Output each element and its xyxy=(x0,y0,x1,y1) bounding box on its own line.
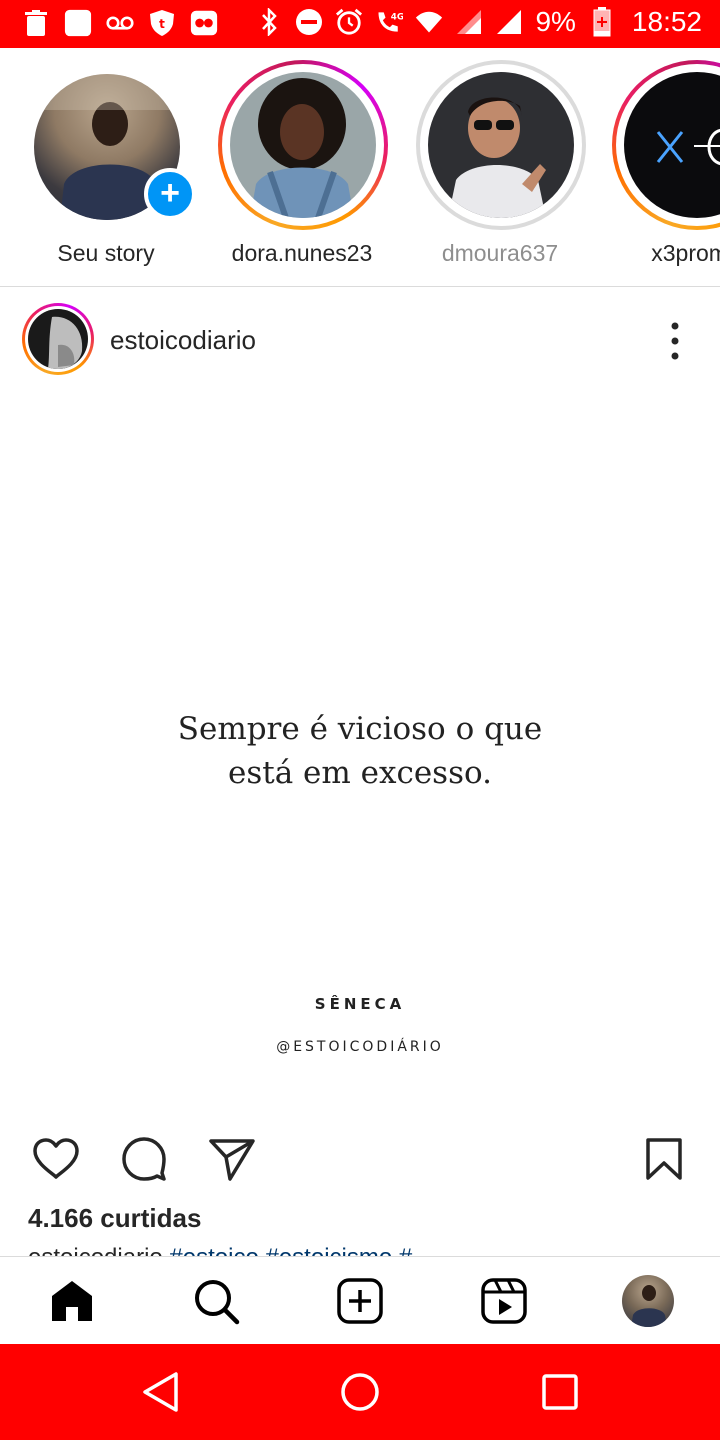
system-nav-bar xyxy=(0,1344,720,1440)
post-avatar[interactable] xyxy=(28,309,88,369)
recents-icon[interactable] xyxy=(536,1368,584,1416)
status-bar: t 4G 9% 18:52 xyxy=(0,0,720,48)
svg-text:t: t xyxy=(159,17,165,31)
quote-line: Sempre é vicioso o que xyxy=(177,711,543,747)
quote-line: está em excesso. xyxy=(228,755,492,791)
post-header: estoicodiario xyxy=(0,287,720,395)
trash-icon xyxy=(22,8,50,38)
bottom-nav xyxy=(0,1256,720,1345)
post-caption[interactable]: estoicodiario #estoico #estoicismo #... xyxy=(28,1244,708,1256)
bluetooth-icon xyxy=(255,7,283,37)
profile-avatar[interactable] xyxy=(622,1275,674,1327)
comment-icon[interactable] xyxy=(118,1133,170,1185)
story-own[interactable]: + Seu story xyxy=(16,48,196,286)
app-square-icon xyxy=(64,8,92,38)
add-story-button[interactable]: + xyxy=(144,168,196,220)
new-post-icon[interactable] xyxy=(332,1273,388,1329)
story-item[interactable]: x3promo xyxy=(602,48,720,286)
post-username[interactable]: estoicodiario xyxy=(110,325,256,356)
likes-count[interactable]: 4.166 curtidas xyxy=(28,1203,201,1234)
reels-icon[interactable] xyxy=(476,1273,532,1329)
story-avatar[interactable] xyxy=(428,72,574,218)
stories-tray[interactable]: + Seu story dora.nunes23 dmoura637 x3pro… xyxy=(0,48,720,287)
story-label: Seu story xyxy=(57,240,155,266)
signal-icon xyxy=(455,7,483,37)
like-icon[interactable] xyxy=(30,1133,82,1185)
do-not-disturb-icon xyxy=(295,7,323,37)
story-label: dmoura637 xyxy=(441,240,559,266)
save-icon[interactable] xyxy=(638,1133,690,1185)
caption-hashtags[interactable]: #estoico #estoicismo #... xyxy=(169,1244,432,1256)
story-item[interactable]: dmoura637 xyxy=(406,48,586,286)
caption-username[interactable]: estoicodiario xyxy=(28,1244,163,1256)
signal-icon xyxy=(495,7,523,37)
home-circle-icon[interactable] xyxy=(336,1368,384,1416)
share-icon[interactable] xyxy=(206,1133,258,1185)
battery-percent: 9% xyxy=(535,6,576,37)
home-icon[interactable] xyxy=(44,1273,100,1329)
quote-author: SÊNECA xyxy=(314,995,406,1013)
story-label: x3promo xyxy=(651,240,720,266)
story-avatar[interactable] xyxy=(230,72,376,218)
svg-text:4G: 4G xyxy=(391,12,403,22)
more-options-icon[interactable] xyxy=(660,317,690,365)
post-avatar-ring[interactable] xyxy=(22,303,94,375)
story-label: dora.nunes23 xyxy=(231,240,373,266)
battery-icon xyxy=(588,7,616,37)
clock: 18:52 xyxy=(631,6,702,37)
post-image[interactable]: Sempre é vicioso o que está em excesso. … xyxy=(0,395,720,1115)
shield-app-icon: t xyxy=(148,8,176,38)
image-handle: @ESTOICODIÁRIO xyxy=(276,1039,444,1055)
wifi-icon xyxy=(415,7,443,37)
infinity-app-icon xyxy=(190,8,218,38)
post-quote: Sempre é vicioso o que está em excesso. xyxy=(0,707,720,795)
search-icon[interactable] xyxy=(188,1273,244,1329)
voicemail-icon xyxy=(106,8,134,38)
post-actions xyxy=(0,1125,720,1195)
story-item[interactable]: dora.nunes23 xyxy=(208,48,388,286)
back-icon[interactable] xyxy=(136,1368,184,1416)
alarm-icon xyxy=(335,7,363,37)
volte-call-icon: 4G xyxy=(375,7,403,37)
